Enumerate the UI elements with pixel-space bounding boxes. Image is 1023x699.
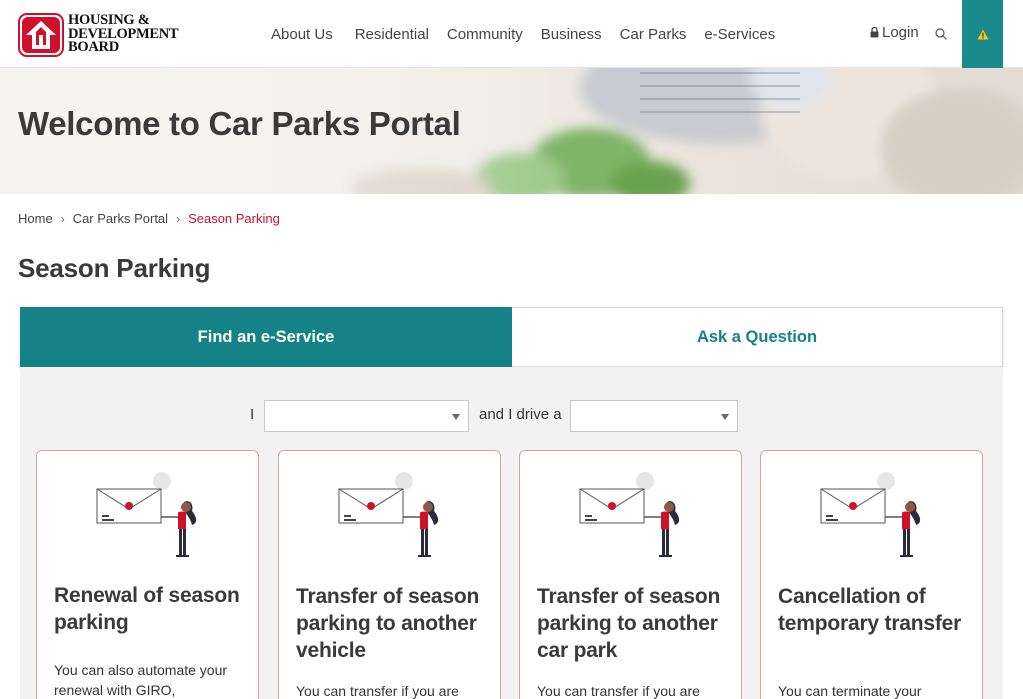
card-description: You can transfer if you are [537,683,700,699]
card-transfer-to-car-park[interactable]: Transfer of season parking to another ca… [519,450,742,699]
service-tabs: Find an e-Service Ask a Question [20,307,1003,367]
card-description: You can also automate your renewal with … [54,662,228,698]
filter-row: I and I drive a [20,400,1003,432]
logo-text: HOUSING & DEVELOPMENT BOARD [68,13,179,55]
search-icon[interactable] [934,27,948,41]
card-description: You can transfer if you are [296,683,459,699]
user-type-select[interactable] [264,400,469,432]
nav-residential[interactable]: Residential [346,26,438,43]
tab-ask-question[interactable]: Ask a Question [512,307,1003,367]
alert-button[interactable] [962,0,1003,68]
card-renewal-season-parking[interactable]: Renewal of season parking You can also a… [36,450,259,699]
nav-about-us[interactable]: About Us [262,26,342,43]
card-title: Cancellation of temporary transfer [778,585,962,635]
lock-icon [870,27,879,38]
card-description: You can terminate your [778,683,922,699]
breadcrumb: Home › Car Parks Portal › Season Parking [18,211,280,226]
hero-banner: Welcome to Car Parks Portal [0,68,1023,194]
page-title: Season Parking [18,253,211,283]
card-transfer-to-vehicle[interactable]: Transfer of season parking to another ve… [278,450,501,699]
login-label: Login [882,24,919,41]
nav-car-parks[interactable]: Car Parks [611,26,696,43]
card-title: Transfer of season parking to another ve… [296,585,480,662]
breadcrumb-car-parks-portal[interactable]: Car Parks Portal [73,211,168,226]
vehicle-type-select[interactable] [570,400,738,432]
tab-find-e-service[interactable]: Find an e-Service [20,307,512,367]
filter-label-drive: and I drive a [479,406,562,423]
card-title: Transfer of season parking to another ca… [537,585,721,662]
chevron-right-icon: › [60,211,65,226]
breadcrumb-season-parking[interactable]: Season Parking [188,211,280,226]
main-nav: About Us Residential Community Business … [262,0,784,68]
login-link[interactable]: Login [870,24,919,41]
filter-label-i: I [250,406,255,423]
card-cancellation-temporary-transfer[interactable]: Cancellation of temporary transfer You c… [760,450,983,699]
hdb-logo-icon [18,13,64,57]
envelope-person-illustration [579,472,680,557]
warning-icon [977,29,988,39]
breadcrumb-home[interactable]: Home [18,211,53,226]
card-title: Renewal of season parking [54,584,240,634]
caret-down-icon [721,414,729,420]
site-header: HOUSING & DEVELOPMENT BOARD About Us Res… [0,0,1023,68]
envelope-person-illustration [96,472,197,557]
nav-community[interactable]: Community [438,26,532,43]
logo-line-3: BOARD [68,39,119,55]
hdb-logo[interactable]: HOUSING & DEVELOPMENT BOARD [18,13,203,57]
chevron-right-icon: › [176,211,181,226]
e-service-panel: I and I drive a Renewal of season parkin… [20,367,1003,699]
envelope-person-illustration [820,472,921,557]
nav-business[interactable]: Business [532,26,611,43]
caret-down-icon [452,414,460,420]
envelope-person-illustration [338,472,439,557]
nav-e-services[interactable]: e-Services [695,26,784,43]
hero-title: Welcome to Car Parks Portal [18,105,461,142]
